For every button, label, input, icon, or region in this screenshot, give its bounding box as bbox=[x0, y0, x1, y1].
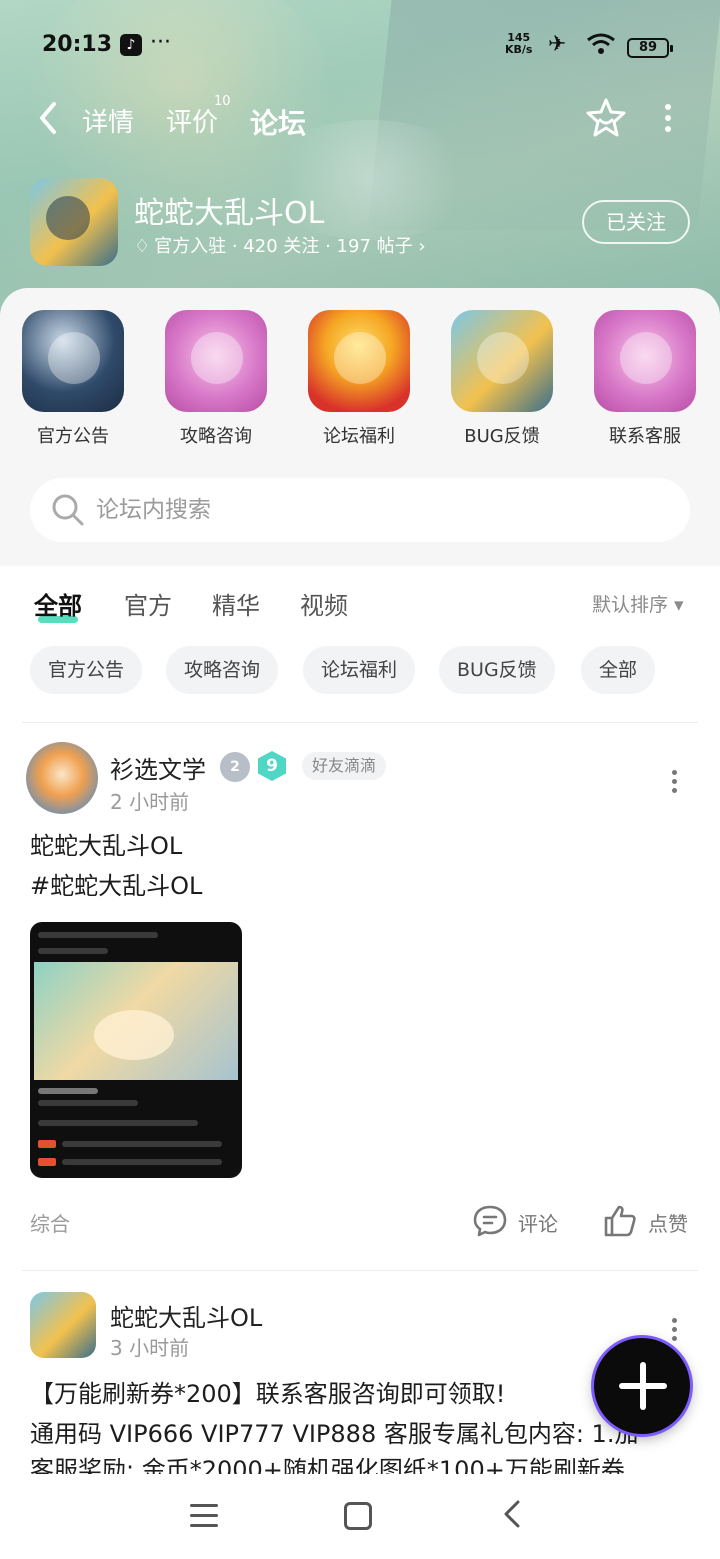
system-navigation-bar bbox=[0, 1474, 720, 1559]
tab-featured[interactable]: 精华 bbox=[212, 586, 260, 621]
network-speed: 145 KB/s bbox=[505, 31, 533, 56]
friend-tag: 好友滴滴 bbox=[302, 752, 387, 780]
quick-links-card: 官方公告 攻略咨询 论坛福利 BUG反馈 联系客服 bbox=[0, 288, 720, 566]
post-hashtag[interactable]: #蛇蛇大乱斗OL bbox=[30, 866, 700, 906]
back-icon[interactable] bbox=[36, 100, 60, 145]
chip-guides[interactable]: 攻略咨询 bbox=[166, 646, 279, 694]
game-info: 蛇蛇大乱斗OL ♢ 官方入驻 · 420 关注 · 197 帖子 › 已关注 bbox=[0, 176, 720, 272]
tab-videos[interactable]: 视频 bbox=[300, 586, 348, 621]
quick-link-support[interactable]: 联系客服 bbox=[590, 310, 700, 448]
post-author[interactable]: 蛇蛇大乱斗OL bbox=[110, 1298, 262, 1333]
tab-all[interactable]: 全部 bbox=[34, 586, 82, 623]
divider bbox=[22, 1270, 698, 1271]
quick-link-announcements[interactable]: 官方公告 bbox=[18, 310, 128, 448]
diamond-icon: ♢ bbox=[134, 236, 151, 257]
game-icon[interactable] bbox=[30, 178, 118, 266]
tiktok-icon: ♪ bbox=[120, 34, 142, 56]
chip-announcements[interactable]: 官方公告 bbox=[30, 646, 143, 694]
follow-button[interactable]: 已关注 bbox=[582, 200, 690, 244]
guides-icon bbox=[165, 310, 267, 412]
comment-icon bbox=[473, 1205, 507, 1237]
divider bbox=[22, 722, 698, 723]
support-icon bbox=[594, 310, 696, 412]
avatar[interactable] bbox=[26, 742, 98, 814]
category-chips: 官方公告 攻略咨询 论坛福利 BUG反馈 全部 bbox=[0, 646, 720, 704]
bug-report-icon bbox=[451, 310, 553, 412]
chip-all[interactable]: 全部 bbox=[581, 646, 656, 694]
game-meta[interactable]: ♢ 官方入驻 · 420 关注 · 197 帖子 › bbox=[134, 232, 426, 258]
new-post-button[interactable] bbox=[594, 1338, 690, 1434]
airplane-icon: ✈ bbox=[548, 32, 567, 57]
announcements-icon bbox=[22, 310, 124, 412]
quick-link-guides[interactable]: 攻略咨询 bbox=[161, 310, 271, 448]
reviews-count-badge: 10 bbox=[214, 94, 231, 109]
vip-badge: 9 bbox=[258, 751, 286, 781]
avatar[interactable] bbox=[30, 1292, 96, 1358]
system-back-icon[interactable] bbox=[500, 1496, 524, 1539]
level-badge: 2 bbox=[220, 752, 250, 782]
tab-reviews[interactable]: 评价 bbox=[166, 102, 218, 139]
post-time: 3 小时前 bbox=[110, 1336, 190, 1360]
wifi-icon bbox=[586, 32, 616, 61]
chip-bug-report[interactable]: BUG反馈 bbox=[439, 646, 555, 694]
forum-search-bar[interactable] bbox=[30, 478, 690, 542]
post-more-icon[interactable] bbox=[664, 768, 684, 798]
recent-apps-icon[interactable] bbox=[190, 1504, 218, 1528]
search-icon bbox=[50, 492, 86, 528]
welfare-icon bbox=[308, 310, 410, 412]
post-card[interactable]: 衫选文学 2 9 好友滴滴 2 小时前 蛇蛇大乱斗OL #蛇蛇大乱斗OL 综合 … bbox=[0, 724, 720, 1270]
status-more: ··· bbox=[150, 30, 171, 55]
post-body: 通用码 VIP666 VIP777 VIP888 客服专属礼包内容: 1.加 bbox=[30, 1420, 639, 1448]
tab-official[interactable]: 官方 bbox=[124, 586, 172, 621]
content-tabs: 全部 官方 精华 视频 默认排序 ▾ bbox=[0, 566, 720, 646]
post-category: 综合 bbox=[30, 1212, 70, 1236]
sort-dropdown[interactable]: 默认排序 ▾ bbox=[592, 590, 684, 617]
status-time: 20:13 bbox=[42, 32, 113, 57]
favorite-star-icon[interactable] bbox=[584, 96, 628, 140]
post-title: 蛇蛇大乱斗OL bbox=[30, 832, 183, 860]
quick-link-bug-report[interactable]: BUG反馈 bbox=[447, 310, 557, 448]
game-title: 蛇蛇大乱斗OL bbox=[134, 196, 325, 231]
post-author[interactable]: 衫选文学 bbox=[110, 750, 206, 785]
top-navigation: 详情 评价 10 论坛 bbox=[0, 92, 720, 148]
status-bar: 20:13 ♪ ··· 145 KB/s ✈ 89 bbox=[0, 30, 720, 66]
more-options-icon[interactable] bbox=[658, 100, 678, 136]
search-input[interactable] bbox=[96, 478, 656, 542]
quick-link-welfare[interactable]: 论坛福利 bbox=[304, 310, 414, 448]
chip-welfare[interactable]: 论坛福利 bbox=[303, 646, 416, 694]
tab-forum[interactable]: 论坛 bbox=[250, 102, 307, 142]
home-icon[interactable] bbox=[344, 1502, 372, 1530]
post-more-icon[interactable] bbox=[664, 1316, 684, 1346]
tab-details[interactable]: 详情 bbox=[82, 102, 134, 139]
post-time: 2 小时前 bbox=[110, 790, 190, 814]
post-body-continued: 客服奖励: 金币*2000+随机强化图纸*100+万能刷新券 bbox=[30, 1456, 625, 1474]
battery-indicator: 89 bbox=[627, 38, 673, 58]
thumbs-up-icon bbox=[604, 1205, 636, 1237]
post-image[interactable] bbox=[30, 922, 242, 1178]
